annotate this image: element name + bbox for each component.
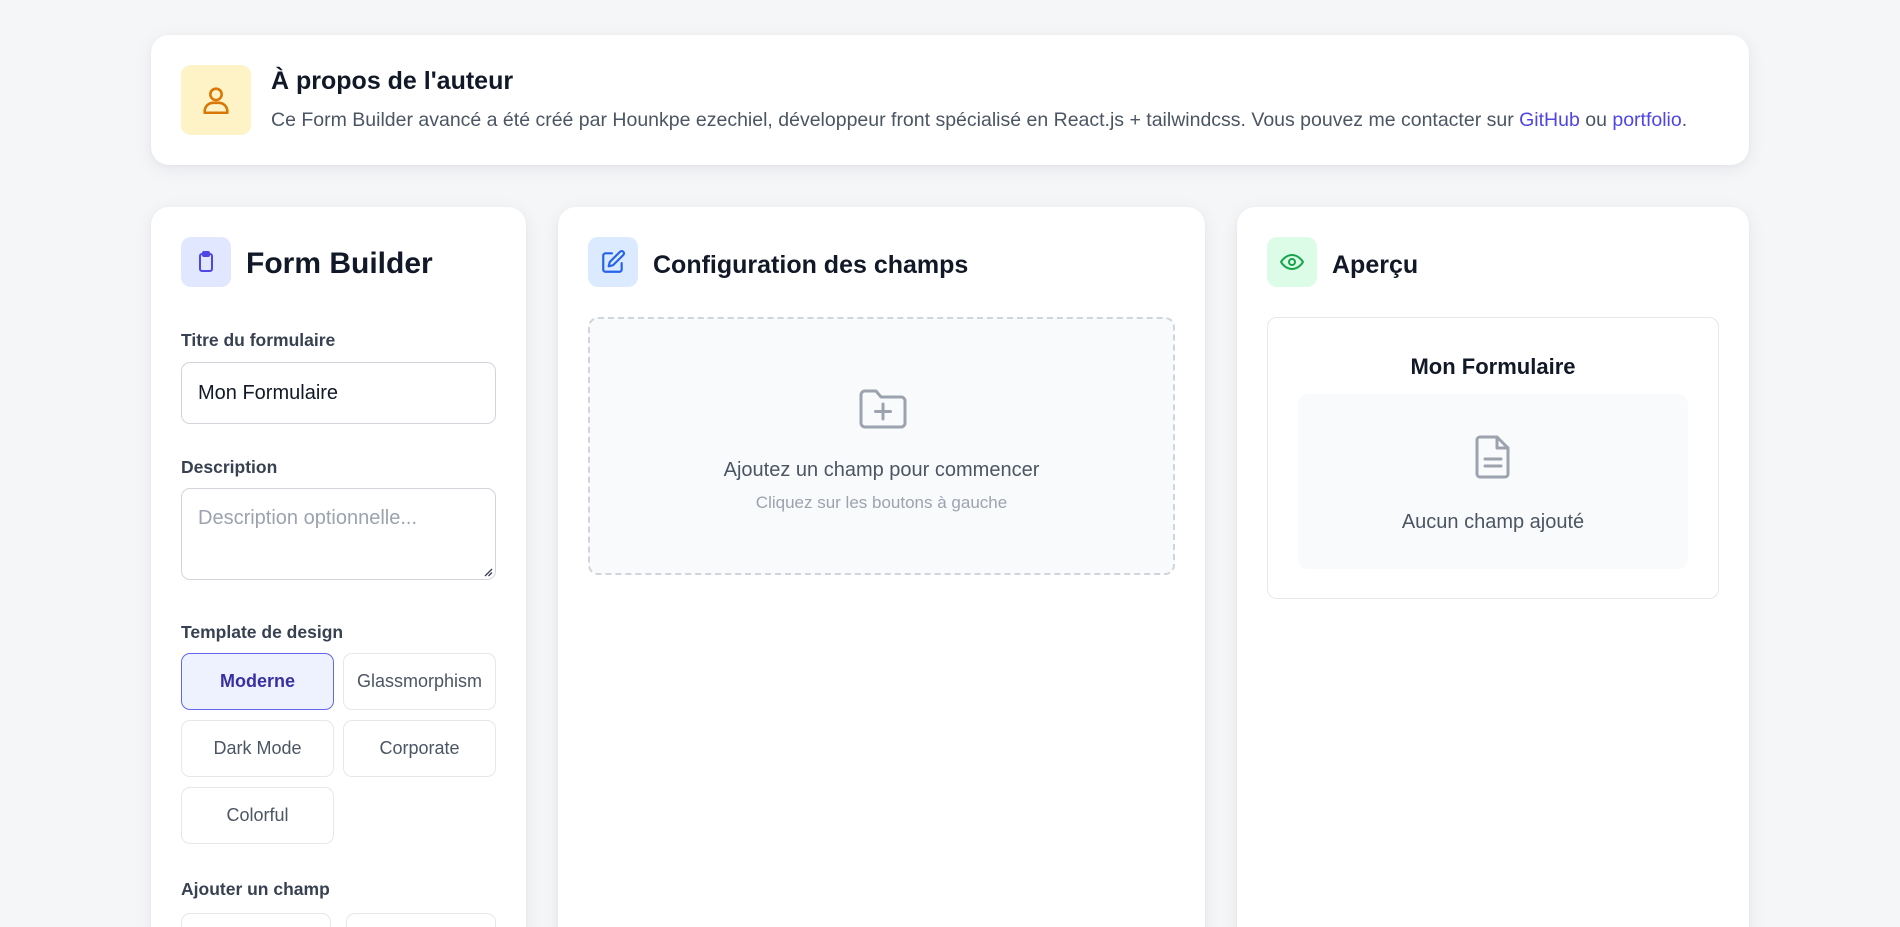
folder-plus-icon: [858, 387, 908, 436]
form-preview: Mon Formulaire Aucun champ ajouté: [1267, 317, 1719, 599]
document-icon: [1473, 434, 1513, 485]
preview-form-title: Mon Formulaire: [1410, 354, 1576, 379]
edit-icon: [588, 237, 638, 287]
form-title-input[interactable]: [181, 362, 496, 424]
panel-title: Form Builder: [246, 247, 433, 280]
about-body: Ce Form Builder avancé a été créé par Ho…: [271, 109, 1520, 131]
form-builder-panel: Form Builder Titre du formulaire Descrip…: [151, 207, 526, 927]
empty-state-subtitle: Cliquez sur les boutons à gauche: [755, 493, 1008, 512]
template-button-colorful[interactable]: Colorful: [181, 787, 334, 844]
about-title: À propos de l'auteur: [271, 67, 514, 95]
template-button-corporate[interactable]: Corporate: [343, 720, 496, 777]
form-title-label: Titre du formulaire: [181, 330, 336, 350]
template-button-moderne[interactable]: Moderne: [181, 653, 334, 710]
panel-title: Configuration des champs: [653, 251, 969, 279]
template-label: Template de design: [181, 622, 344, 642]
field-config-panel: Configuration des champs Ajoutez un cham…: [558, 207, 1205, 927]
about-card: À propos de l'auteur Ce Form Builder ava…: [151, 35, 1749, 165]
user-icon: [181, 65, 251, 135]
description-textarea[interactable]: [181, 488, 496, 580]
empty-state-title: Ajoutez un champ pour commencer: [723, 459, 1040, 481]
resize-handle-icon[interactable]: [484, 568, 493, 577]
template-button-glassmorphism[interactable]: Glassmorphism: [343, 653, 496, 710]
add-field-label: Ajouter un champ: [181, 879, 330, 899]
description-label: Description: [181, 457, 278, 477]
about-text: Ce Form Builder avancé a été créé par Ho…: [271, 109, 1687, 132]
panel-title: Aperçu: [1332, 251, 1419, 279]
portfolio-link[interactable]: portfolio: [1612, 109, 1681, 131]
preview-panel: Aperçu Mon Formulaire Aucun champ ajouté: [1237, 207, 1749, 927]
preview-empty-text: Aucun champ ajouté: [1401, 511, 1585, 533]
eye-icon: [1267, 237, 1317, 287]
preview-empty-state: Aucun champ ajouté: [1298, 394, 1688, 569]
empty-fields-dropzone: Ajoutez un champ pour commencer Cliquez …: [588, 317, 1175, 575]
about-end: .: [1681, 109, 1688, 131]
github-link[interactable]: GitHub: [1519, 109, 1580, 131]
template-button-dark-mode[interactable]: Dark Mode: [181, 720, 334, 777]
add-field-button[interactable]: [346, 913, 496, 927]
clipboard-icon: [181, 237, 231, 287]
add-field-button[interactable]: [181, 913, 331, 927]
about-conjunction: ou: [1579, 109, 1613, 131]
